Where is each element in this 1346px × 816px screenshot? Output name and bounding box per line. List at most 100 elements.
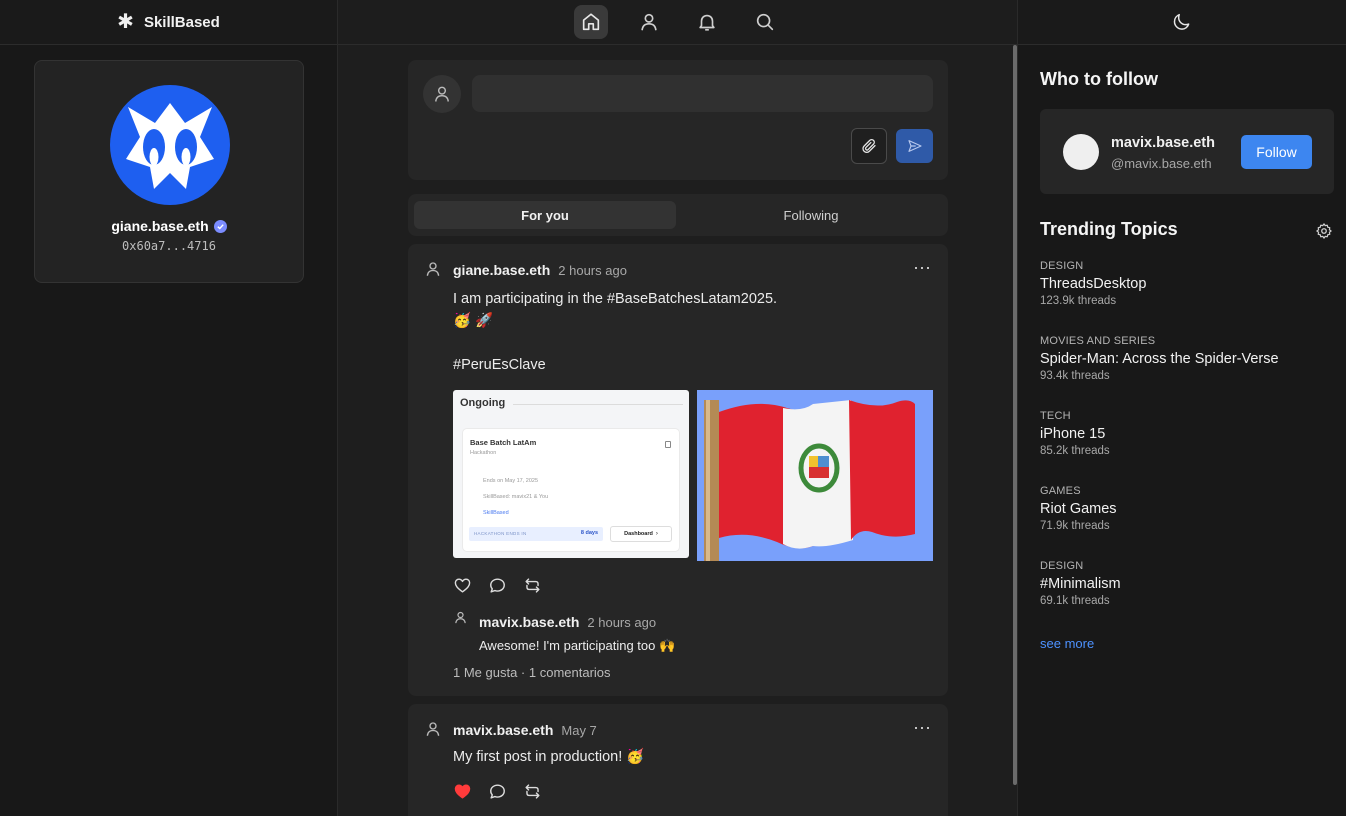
profile-card[interactable]: giane.base.eth 0x60a7...4716 — [34, 60, 304, 283]
hackathon-ends: Ends on May 17, 2025 — [483, 478, 539, 484]
repost-icon[interactable] — [523, 782, 542, 801]
compose-input[interactable] — [472, 75, 933, 112]
topic-category: MOVIES AND SERIES — [1040, 335, 1156, 347]
trending-topic[interactable]: TECH iPhone 15 85.2k threads — [1040, 410, 1110, 457]
post-author[interactable]: mavix.base.eth — [453, 722, 553, 738]
topic-title: Spider-Man: Across the Spider-Verse — [1040, 351, 1279, 367]
image-heading: Ongoing — [460, 397, 506, 409]
post-text: I am participating in the #BaseBatchesLa… — [453, 291, 778, 373]
asterisk-logo-icon: ✱ — [117, 11, 134, 33]
send-button[interactable] — [896, 129, 933, 163]
topic-title: Riot Games — [1040, 501, 1117, 517]
user-icon — [435, 86, 449, 102]
post-actions — [453, 576, 542, 595]
bell-icon — [698, 14, 715, 31]
right-header — [1018, 0, 1346, 45]
more-options-icon[interactable]: ⋯ — [913, 258, 932, 279]
comment-header: mavix.base.eth 2 hours ago — [479, 614, 656, 630]
brand-name: SkillBased — [143, 13, 220, 31]
topic-count: 71.9k threads — [1040, 520, 1110, 532]
app-root: ✱ SkillBased giane.base.eth 0x60a7...471 — [0, 0, 1346, 816]
verified-badge-icon — [213, 219, 227, 233]
post-header: mavix.base.eth May 7 — [453, 722, 597, 738]
hackathon-title: Base Batch LatAm — [470, 438, 537, 447]
topic-count: 85.2k threads — [1040, 445, 1110, 457]
countdown-label: HACKATHON ENDS IN — [474, 531, 527, 536]
compose-avatar — [423, 75, 461, 113]
user-icon — [455, 611, 466, 624]
hackathon-card: Base Batch LatAm Hackathon Ends on May 1… — [462, 428, 680, 552]
moon-icon[interactable] — [1172, 12, 1192, 32]
comment-icon[interactable] — [488, 576, 507, 595]
comment-author[interactable]: mavix.base.eth — [479, 614, 579, 630]
image-divider — [513, 404, 683, 405]
post-time: May 7 — [561, 723, 597, 738]
who-to-follow-title: Who to follow — [1040, 69, 1158, 89]
post-time: 2 hours ago — [558, 263, 627, 278]
countdown-value: 8 days — [580, 530, 598, 536]
post-author[interactable]: giane.base.eth — [453, 262, 550, 278]
hackathon-org: SkillBased — [483, 510, 509, 516]
trending-topic[interactable]: DESIGN ThreadsDesktop 123.9k threads — [1040, 260, 1146, 307]
nav-profile[interactable] — [632, 5, 666, 39]
nav-search[interactable] — [748, 5, 782, 39]
hackathon-participants: SkillBased: mavix21 & You — [483, 494, 549, 500]
post-text: My first post in production! 🥳 — [453, 749, 645, 765]
right-sidebar: Who to follow mavix.base.eth @mavix.base… — [1017, 0, 1346, 816]
topic-title: iPhone 15 — [1040, 426, 1106, 442]
see-more-link[interactable]: see more — [1040, 636, 1094, 651]
topic-category: DESIGN — [1040, 560, 1084, 572]
post-image-hackathon[interactable]: Ongoing Base Batch LatAm Hackathon Ends … — [453, 390, 689, 558]
profile-avatar — [110, 85, 230, 205]
avatar[interactable] — [1063, 134, 1099, 170]
copy-icon — [665, 441, 671, 448]
send-icon — [907, 140, 922, 152]
chevron-right-icon: › — [655, 531, 658, 537]
trending-topic[interactable]: DESIGN #Minimalism 69.1k threads — [1040, 560, 1121, 607]
post-actions — [453, 782, 542, 801]
post-header: giane.base.eth 2 hours ago — [453, 262, 627, 278]
follow-button[interactable]: Follow — [1241, 135, 1312, 169]
follow-user-handle: @mavix.base.eth — [1111, 156, 1212, 171]
heart-icon[interactable] — [453, 576, 472, 595]
tab-for-you[interactable]: For you — [414, 201, 676, 229]
peru-flag-icon — [697, 390, 933, 561]
follow-user-name[interactable]: mavix.base.eth — [1111, 135, 1215, 151]
brand-header[interactable]: ✱ SkillBased — [0, 0, 337, 45]
main-feed: For you Following giane.base.eth 2 hours… — [338, 0, 1017, 816]
topic-title: ThreadsDesktop — [1040, 276, 1147, 292]
left-sidebar: ✱ SkillBased giane.base.eth 0x60a7...471 — [0, 0, 338, 816]
heart-filled-icon[interactable] — [453, 782, 472, 801]
nav-notifications[interactable] — [690, 5, 724, 39]
paperclip-icon — [862, 138, 876, 154]
countdown-box: HACKATHON ENDS IN 8 days — [469, 527, 603, 541]
trending-topic[interactable]: GAMES Riot Games 71.9k threads — [1040, 485, 1117, 532]
home-icon — [582, 13, 599, 31]
top-nav — [338, 0, 1017, 45]
post-card: mavix.base.eth May 7 ⋯ My first post in … — [408, 704, 948, 816]
profile-name-row: giane.base.eth — [35, 218, 303, 234]
repost-icon[interactable] — [523, 576, 542, 595]
tab-following[interactable]: Following — [680, 201, 942, 229]
user-icon — [426, 262, 440, 276]
nav-home[interactable] — [573, 5, 608, 39]
topic-count: 69.1k threads — [1040, 595, 1110, 607]
user-icon — [426, 722, 440, 736]
post-image-peru-flag[interactable] — [697, 390, 933, 561]
follow-suggestion-card: mavix.base.eth @mavix.base.eth Follow — [1040, 109, 1334, 194]
trending-title: Trending Topics — [1040, 219, 1178, 239]
dashboard-label: Dashboard — [624, 531, 653, 537]
feed-tabs: For you Following — [408, 194, 948, 236]
post-card: giane.base.eth 2 hours ago ⋯ I am partic… — [408, 244, 948, 696]
post-stats[interactable]: 1 Me gusta · 1 comentarios — [453, 665, 611, 680]
topic-category: DESIGN — [1040, 260, 1084, 272]
gear-icon[interactable] — [1315, 222, 1333, 240]
more-options-icon[interactable]: ⋯ — [913, 718, 932, 739]
topic-category: TECH — [1040, 410, 1071, 422]
comment-text: Awesome! I'm participating too 🙌 — [479, 638, 676, 653]
attach-button[interactable] — [851, 128, 887, 164]
comment-icon[interactable] — [488, 782, 507, 801]
profile-address: 0x60a7...4716 — [122, 239, 216, 253]
trending-topic[interactable]: MOVIES AND SERIES Spider-Man: Across the… — [1040, 335, 1279, 382]
topic-count: 93.4k threads — [1040, 370, 1110, 382]
